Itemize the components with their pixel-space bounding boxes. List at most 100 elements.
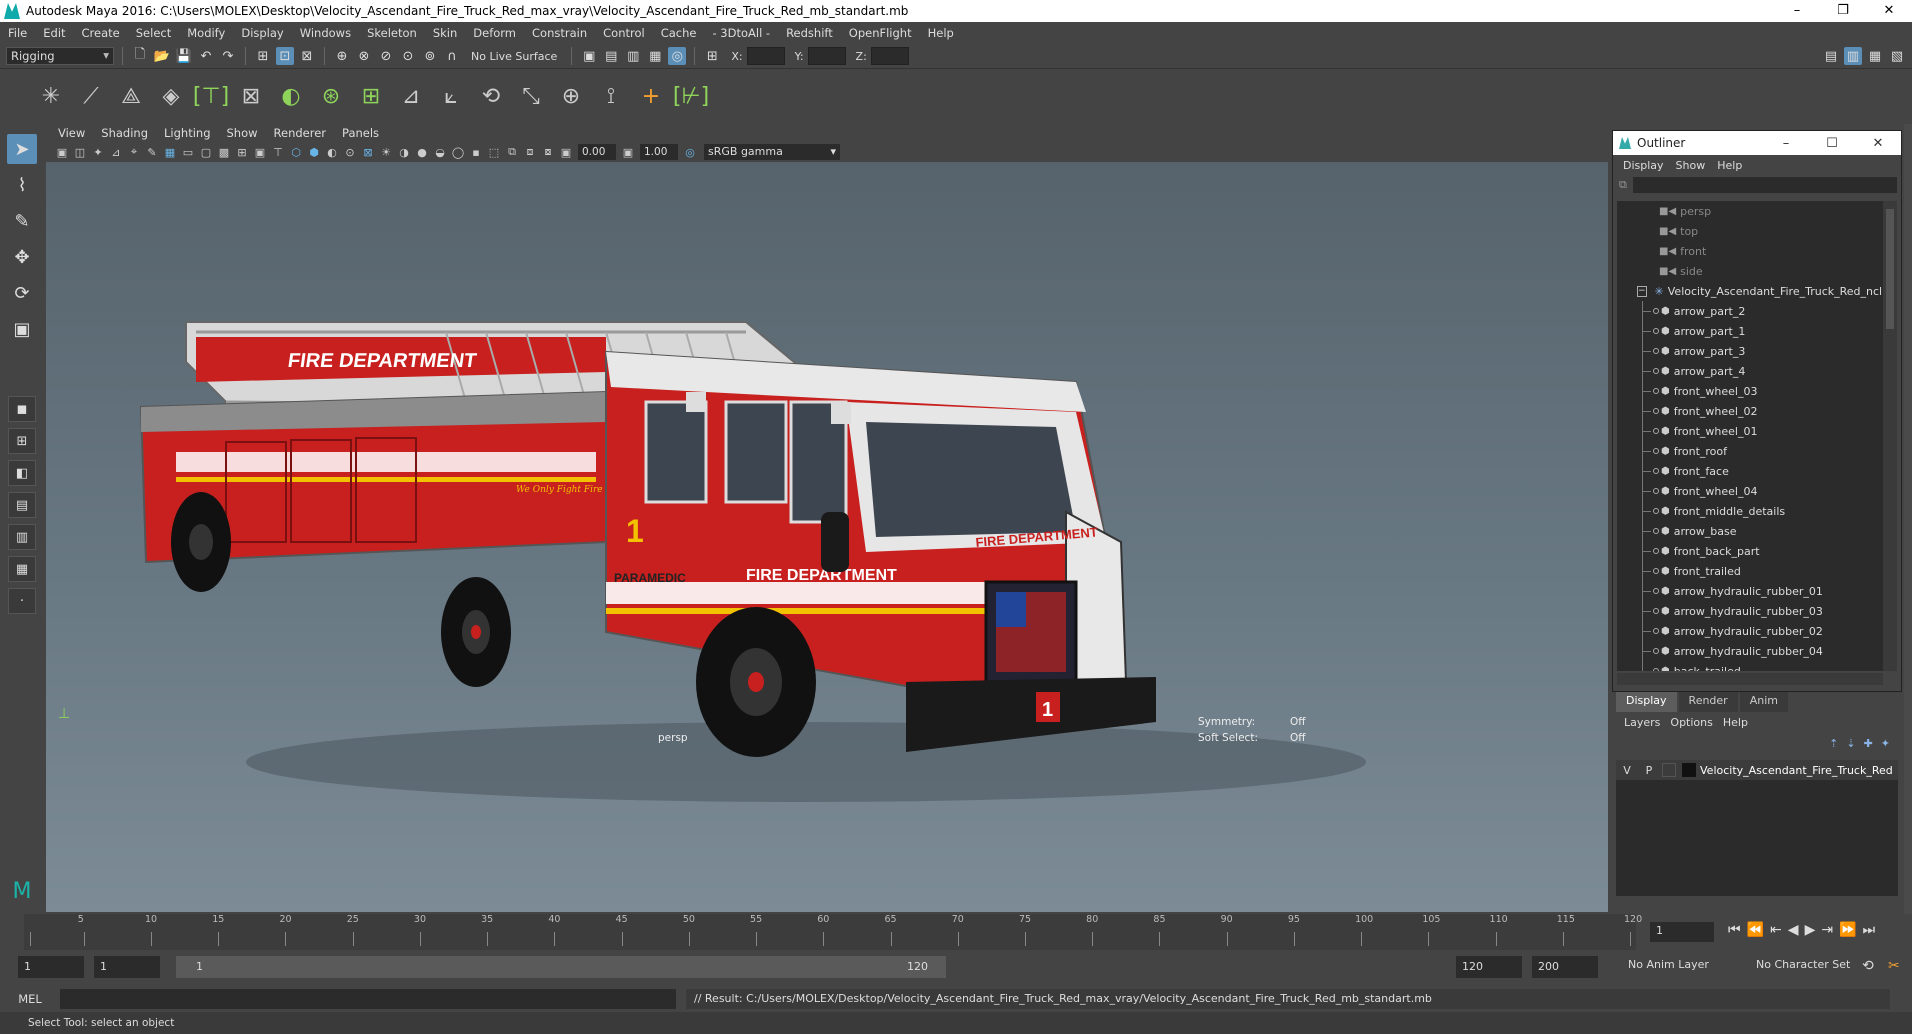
image-plane-icon[interactable]: ⊿ — [108, 144, 124, 160]
new-layer-selected-icon[interactable]: ✦ — [1881, 737, 1890, 750]
render-icon[interactable]: ▣ — [580, 47, 598, 65]
default-material-icon[interactable]: ◐ — [324, 144, 340, 160]
constraint-scale-icon[interactable]: ⤡ — [516, 82, 546, 112]
expand-dot-icon[interactable] — [1653, 608, 1659, 614]
command-input[interactable] — [60, 989, 676, 1009]
z-field[interactable] — [870, 47, 909, 65]
outliner-menu-help[interactable]: Help — [1713, 159, 1746, 172]
playback-end-field[interactable]: 120 — [1456, 956, 1522, 978]
open-scene-icon[interactable]: 📂 — [153, 47, 171, 65]
outliner-item-child[interactable]: ⬢ arrow_hydraulic_rubber_03 — [1617, 601, 1883, 621]
grid-icon[interactable]: ▦ — [162, 144, 178, 160]
expand-dot-icon[interactable] — [1653, 488, 1659, 494]
vp-menu-lighting[interactable]: Lighting — [158, 126, 216, 140]
use-all-lights-icon[interactable]: ☀ — [378, 144, 394, 160]
outliner-persp-icon[interactable]: ▤ — [8, 492, 36, 518]
constraint-point-icon[interactable]: ⊿ — [396, 82, 426, 112]
move-tool-icon[interactable]: ✥ — [7, 242, 37, 272]
interactive-bind-icon[interactable]: ⊞ — [356, 82, 386, 112]
outliner-item-front[interactable]: ■◀ front — [1617, 241, 1883, 261]
menu-skeleton[interactable]: Skeleton — [359, 26, 425, 40]
exposure-icon[interactable]: ▣ — [558, 144, 574, 160]
minimize-button[interactable]: – — [1774, 0, 1820, 22]
new-layer-icon[interactable]: ✚ — [1864, 737, 1873, 750]
outliner-maximize-button[interactable]: ☐ — [1809, 136, 1855, 151]
outliner-search-input[interactable] — [1632, 177, 1897, 193]
menu-help[interactable]: Help — [920, 26, 962, 40]
layer-menu-layers[interactable]: Layers — [1622, 716, 1662, 729]
collapse-icon[interactable]: − — [1637, 285, 1647, 297]
snap-surface-icon[interactable]: ⊚ — [421, 47, 439, 65]
outliner-item-child[interactable]: ⬢ front_wheel_04 — [1617, 481, 1883, 501]
y-field[interactable] — [807, 47, 846, 65]
camera-attr-icon[interactable]: ◫ — [72, 144, 88, 160]
color-space-select[interactable]: sRGB gamma — [704, 144, 840, 160]
expand-dot-icon[interactable] — [1653, 328, 1659, 334]
step-back-key-icon[interactable]: ⇤ — [1770, 922, 1782, 938]
modeling-toolkit-icon[interactable]: ▤ — [1822, 47, 1840, 65]
vp-menu-show[interactable]: Show — [221, 126, 264, 140]
select-object-icon[interactable]: ⊡ — [276, 47, 294, 65]
grease-pencil-icon[interactable]: ✎ — [144, 144, 160, 160]
expand-dot-icon[interactable] — [1653, 428, 1659, 434]
outliner-item-child[interactable]: ⬢ front_back_part — [1617, 541, 1883, 561]
snap-grid-icon[interactable]: ⊕ — [333, 47, 351, 65]
tab-anim[interactable]: Anim — [1739, 692, 1788, 712]
hypershade-icon[interactable]: ◎ — [668, 47, 687, 65]
move-layer-up-icon[interactable]: ⇡ — [1829, 737, 1838, 750]
constraint-aim-icon[interactable]: ⟀ — [436, 82, 466, 112]
menu-skin[interactable]: Skin — [425, 26, 465, 40]
wireframe-on-shaded-icon[interactable]: ⊙ — [342, 144, 358, 160]
outliner-scrollbar-v[interactable] — [1883, 201, 1897, 671]
undo-icon[interactable]: ↶ — [197, 47, 215, 65]
menu-file[interactable]: File — [0, 26, 35, 40]
expand-dot-icon[interactable] — [1653, 528, 1659, 534]
outliner-item-child[interactable]: ⬢ arrow_hydraulic_rubber_02 — [1617, 621, 1883, 641]
tool-settings-icon[interactable]: ▧ — [1888, 47, 1906, 65]
xray-icon[interactable]: ⧉ — [504, 144, 520, 160]
menu-constrain[interactable]: Constrain — [524, 26, 595, 40]
play-back-icon[interactable]: ◀ — [1788, 922, 1799, 938]
outliner-scrollbar-h[interactable] — [1617, 673, 1883, 685]
menu-redshift[interactable]: Redshift — [778, 26, 841, 40]
layer-playback[interactable]: P — [1638, 764, 1660, 777]
expand-dot-icon[interactable] — [1653, 448, 1659, 454]
menu-openflight[interactable]: OpenFlight — [841, 26, 920, 40]
menu-create[interactable]: Create — [74, 26, 128, 40]
expand-dot-icon[interactable] — [1653, 408, 1659, 414]
layout-menu-icon[interactable]: · — [8, 588, 36, 614]
camera-select-icon[interactable]: ▣ — [54, 144, 70, 160]
cluster-icon[interactable]: [⊬] — [673, 82, 709, 112]
layer-row[interactable]: V P Velocity_Ascendant_Fire_Truck_Red — [1616, 760, 1898, 780]
field-chart-icon[interactable]: ⊞ — [234, 144, 250, 160]
graph-persp-icon[interactable]: ▥ — [8, 524, 36, 550]
color-management-icon[interactable]: ◎ — [682, 144, 698, 160]
safe-action-icon[interactable]: ▣ — [252, 144, 268, 160]
vp-menu-shading[interactable]: Shading — [95, 126, 154, 140]
viewport-persp[interactable]: FIRE DEPARTMENT 1 PARAMEDIC FIRE DEPARTM… — [46, 162, 1608, 912]
expand-dot-icon[interactable] — [1653, 508, 1659, 514]
outliner-menu-display[interactable]: Display — [1619, 159, 1668, 172]
x-field[interactable] — [746, 47, 785, 65]
scene-start-field[interactable]: 1 — [18, 956, 84, 978]
play-forward-icon[interactable]: ▶ — [1805, 922, 1816, 938]
four-view-icon[interactable]: ⊞ — [8, 428, 36, 454]
outliner-item-child[interactable]: ⬢ front_wheel_03 — [1617, 381, 1883, 401]
channel-box-icon[interactable]: ▥ — [1844, 47, 1862, 65]
smooth-bind-icon[interactable]: ◐ — [276, 82, 306, 112]
transform-input-icon[interactable]: ⊞ — [703, 47, 721, 65]
outliner-item-child[interactable]: ⬢ arrow_part_4 — [1617, 361, 1883, 381]
ik-spline-icon[interactable]: ⟁ — [116, 82, 146, 112]
menu-cache[interactable]: Cache — [653, 26, 705, 40]
range-slider[interactable]: 1 120 — [176, 956, 946, 978]
menu-select[interactable]: Select — [128, 26, 179, 40]
outliner-item-persp[interactable]: ■◀ persp — [1617, 201, 1883, 221]
mel-label[interactable]: MEL — [0, 992, 60, 1006]
time-scale[interactable]: 5 10 15 20 25 30 35 40 45 50 55 60 65 70 75 80 85 90 95 100… — [24, 914, 1642, 950]
outliner-item-top[interactable]: ■◀ top — [1617, 221, 1883, 241]
anim-layer-select[interactable]: No Anim Layer — [1628, 958, 1709, 971]
restore-button[interactable]: ❐ — [1820, 0, 1866, 22]
expand-dot-icon[interactable] — [1653, 548, 1659, 554]
expand-dot-icon[interactable] — [1653, 588, 1659, 594]
outliner-item-child[interactable]: ⬢ arrow_part_3 — [1617, 341, 1883, 361]
